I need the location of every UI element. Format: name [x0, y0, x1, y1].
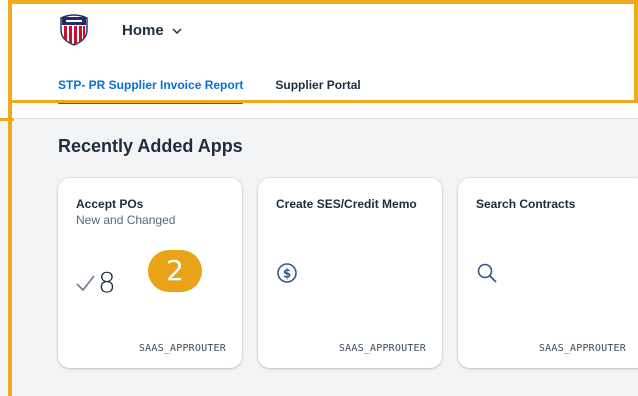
launchpad-shell: Home STP- PR Supplier Invoice Report Sup…	[0, 0, 638, 396]
union-pacific-shield-logo[interactable]	[58, 12, 90, 46]
svg-text:$: $	[283, 267, 291, 281]
step-number-badge: 2	[148, 250, 202, 292]
highlight-outline-top	[8, 0, 638, 4]
tile-title: Search Contracts	[476, 197, 576, 211]
highlight-outline-divider	[10, 100, 638, 103]
tile-search-contracts[interactable]: Search Contracts SAAS_APPROUTER	[458, 178, 638, 368]
tile-subtitle: New and Changed	[76, 213, 176, 227]
kpi-value: 8	[98, 266, 116, 299]
chevron-down-icon	[172, 27, 182, 34]
tile-title: Accept POs	[76, 197, 144, 211]
home-menu-button[interactable]: Home	[122, 22, 183, 39]
tile-footer: SAAS_APPROUTER	[138, 343, 226, 354]
highlight-outline-right	[634, 0, 638, 100]
dollar-circle-icon: $	[277, 263, 297, 283]
tile-create-ses-credit-memo[interactable]: Create SES/Credit Memo $ SAAS_APPROUTER	[258, 178, 442, 368]
search-icon	[477, 263, 497, 283]
section-title: Recently Added Apps	[58, 136, 243, 156]
tile-footer: SAAS_APPROUTER	[338, 343, 426, 354]
highlight-outline-notch	[0, 118, 14, 121]
highlight-outline-left	[8, 0, 12, 396]
tile-footer: SAAS_APPROUTER	[538, 343, 626, 354]
tile-kpi: 8	[74, 266, 116, 299]
checkmark-icon	[76, 275, 95, 291]
tile-title: Create SES/Credit Memo	[276, 197, 417, 211]
home-label: Home	[122, 22, 164, 39]
